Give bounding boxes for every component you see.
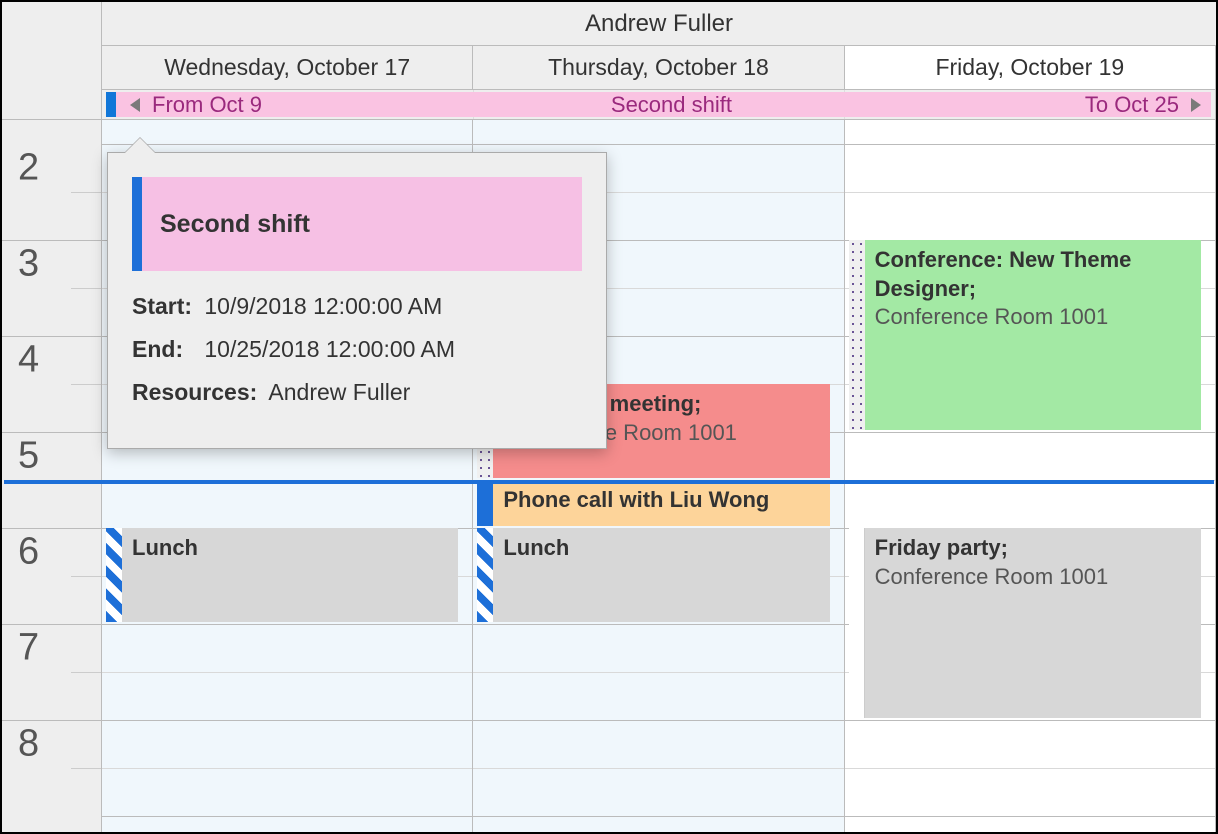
resource-header: Andrew Fuller — [102, 2, 1216, 46]
day-header-label: Wednesday, October 17 — [164, 54, 410, 81]
tooltip-start-row: Start: 10/9/2018 12:00:00 AM — [132, 293, 582, 320]
event-status-stripe — [106, 528, 122, 622]
tooltip-end-value: 10/25/2018 12:00:00 AM — [204, 336, 455, 362]
allday-from-label: From Oct 9 — [152, 92, 262, 118]
event-thu_lunch[interactable]: Lunch — [477, 528, 829, 622]
event-wed_lunch[interactable]: Lunch — [106, 528, 458, 622]
allday-to: To Oct 25 — [1071, 92, 1211, 118]
time-label: 5 — [18, 435, 39, 478]
tooltip-start-value: 10/9/2018 12:00:00 AM — [204, 293, 442, 319]
event-thu_phone[interactable]: Phone call with Liu Wong — [477, 480, 829, 526]
day-header-wed[interactable]: Wednesday, October 17 — [102, 46, 473, 90]
event-body: Conference: New Theme Designer;Conferenc… — [865, 240, 1201, 430]
current-time-indicator — [4, 480, 1214, 484]
time-label: 4 — [18, 339, 39, 382]
day-header-label: Thursday, October 18 — [548, 54, 769, 81]
tooltip-end-row: End: 10/25/2018 12:00:00 AM — [132, 336, 582, 363]
tooltip-resources-row: Resources: Andrew Fuller — [132, 379, 582, 406]
arrow-right-icon — [1191, 92, 1201, 118]
tooltip-arrow-icon — [124, 137, 156, 153]
tooltip-start-label: Start: — [132, 293, 198, 320]
tooltip-title: Second shift — [142, 210, 310, 239]
event-status-stripe — [477, 480, 493, 526]
tooltip-handle — [132, 177, 142, 271]
tooltip-end-label: End: — [132, 336, 198, 363]
arrow-left-icon — [130, 92, 140, 118]
event-location: Conference Room 1001 — [875, 303, 1191, 332]
event-title: Phone call with Liu Wong — [503, 486, 819, 515]
event-status-stripe — [849, 240, 865, 430]
tooltip-header: Second shift — [132, 177, 582, 271]
day-header-thu[interactable]: Thursday, October 18 — [473, 46, 844, 90]
time-rail: 2 3 4 5 6 7 8 — [2, 120, 102, 832]
allday-row: From Oct 9 Second shift To Oct 25 — [102, 90, 1216, 120]
event-body: Lunch — [493, 528, 829, 622]
allday-event-second-shift[interactable]: From Oct 9 Second shift To Oct 25 — [106, 92, 1211, 117]
event-body: Friday party;Conference Room 1001 — [865, 528, 1201, 718]
event-fri_party[interactable]: Friday party;Conference Room 1001 — [849, 528, 1201, 718]
event-title: Friday party; — [875, 534, 1191, 563]
corner-cell — [2, 2, 102, 120]
allday-to-label: To Oct 25 — [1085, 92, 1179, 118]
event-status-stripe — [477, 528, 493, 622]
event-title: Conference: New Theme Designer; — [875, 246, 1191, 303]
day-header-label: Friday, October 19 — [935, 54, 1124, 81]
allday-from: From Oct 9 — [116, 92, 272, 118]
allday-title: Second shift — [272, 92, 1071, 118]
event-location: Conference Room 1001 — [875, 563, 1191, 592]
event-title: Lunch — [503, 534, 819, 563]
day-header-fri[interactable]: Friday, October 19 — [845, 46, 1216, 90]
tooltip-resources-label: Resources: — [132, 379, 257, 406]
time-label: 2 — [18, 147, 39, 190]
resource-name: Andrew Fuller — [585, 10, 733, 38]
time-label: 7 — [18, 627, 39, 670]
event-body: Lunch — [122, 528, 458, 622]
event-fri_conference[interactable]: Conference: New Theme Designer;Conferenc… — [849, 240, 1201, 430]
event-title: Lunch — [132, 534, 448, 563]
tooltip-resources-value: Andrew Fuller — [268, 379, 410, 405]
event-handle — [106, 92, 116, 117]
time-label: 6 — [18, 531, 39, 574]
event-status-stripe — [849, 528, 865, 718]
event-tooltip: Second shift Start: 10/9/2018 12:00:00 A… — [107, 152, 607, 449]
event-body: Phone call with Liu Wong — [493, 480, 829, 526]
day-header-row: Wednesday, October 17 Thursday, October … — [102, 46, 1216, 90]
time-label: 3 — [18, 243, 39, 286]
time-label: 8 — [18, 723, 39, 766]
day-column-fri[interactable]: Conference: New Theme Designer;Conferenc… — [845, 120, 1216, 832]
